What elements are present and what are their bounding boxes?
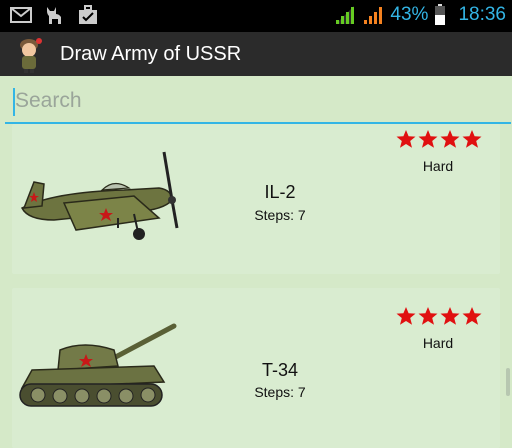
item-steps: Steps: 7 xyxy=(254,384,306,400)
star-icon xyxy=(418,130,438,148)
difficulty-stars xyxy=(396,129,482,149)
system-icons: 43% 18:36 xyxy=(334,4,506,26)
list-item[interactable]: T-34 Steps: 7 Hard xyxy=(12,288,500,448)
tank-icon xyxy=(19,323,177,407)
search-input[interactable] xyxy=(5,84,511,124)
star-icon xyxy=(418,307,438,325)
soldier-icon[interactable] xyxy=(10,35,48,73)
battery-percent: 43% xyxy=(390,4,429,25)
mail-icon xyxy=(10,7,32,23)
action-bar: Draw Army of USSR xyxy=(0,32,512,76)
airplane-icon xyxy=(20,151,179,240)
difficulty-label: Hard xyxy=(422,158,454,174)
star-icon xyxy=(462,307,482,325)
app-title: Draw Army of USSR xyxy=(60,43,242,65)
item-name: T-34 xyxy=(261,360,299,380)
clock: 18:36 xyxy=(458,4,506,25)
star-icon xyxy=(396,130,416,148)
scrollbar[interactable] xyxy=(506,368,510,396)
difficulty-stars xyxy=(396,306,482,326)
item-name: IL-2 xyxy=(264,182,296,202)
battery-icon xyxy=(435,4,446,25)
briefcase-check-icon xyxy=(79,5,97,24)
list-item[interactable]: IL-2 Steps: 7 Hard xyxy=(12,124,500,274)
star-icon xyxy=(396,307,416,325)
text-cursor xyxy=(13,88,15,116)
wifi-signal-icon xyxy=(336,6,355,24)
star-icon xyxy=(462,130,482,148)
cell-signal-icon xyxy=(364,7,383,24)
item-steps: Steps: 7 xyxy=(254,207,306,223)
cat-icon xyxy=(47,7,61,24)
star-icon xyxy=(440,130,460,148)
status-bar: 43% 18:36 xyxy=(0,0,512,32)
notification-icons xyxy=(10,5,98,25)
difficulty-label: Hard xyxy=(422,335,454,351)
star-icon xyxy=(440,307,460,325)
